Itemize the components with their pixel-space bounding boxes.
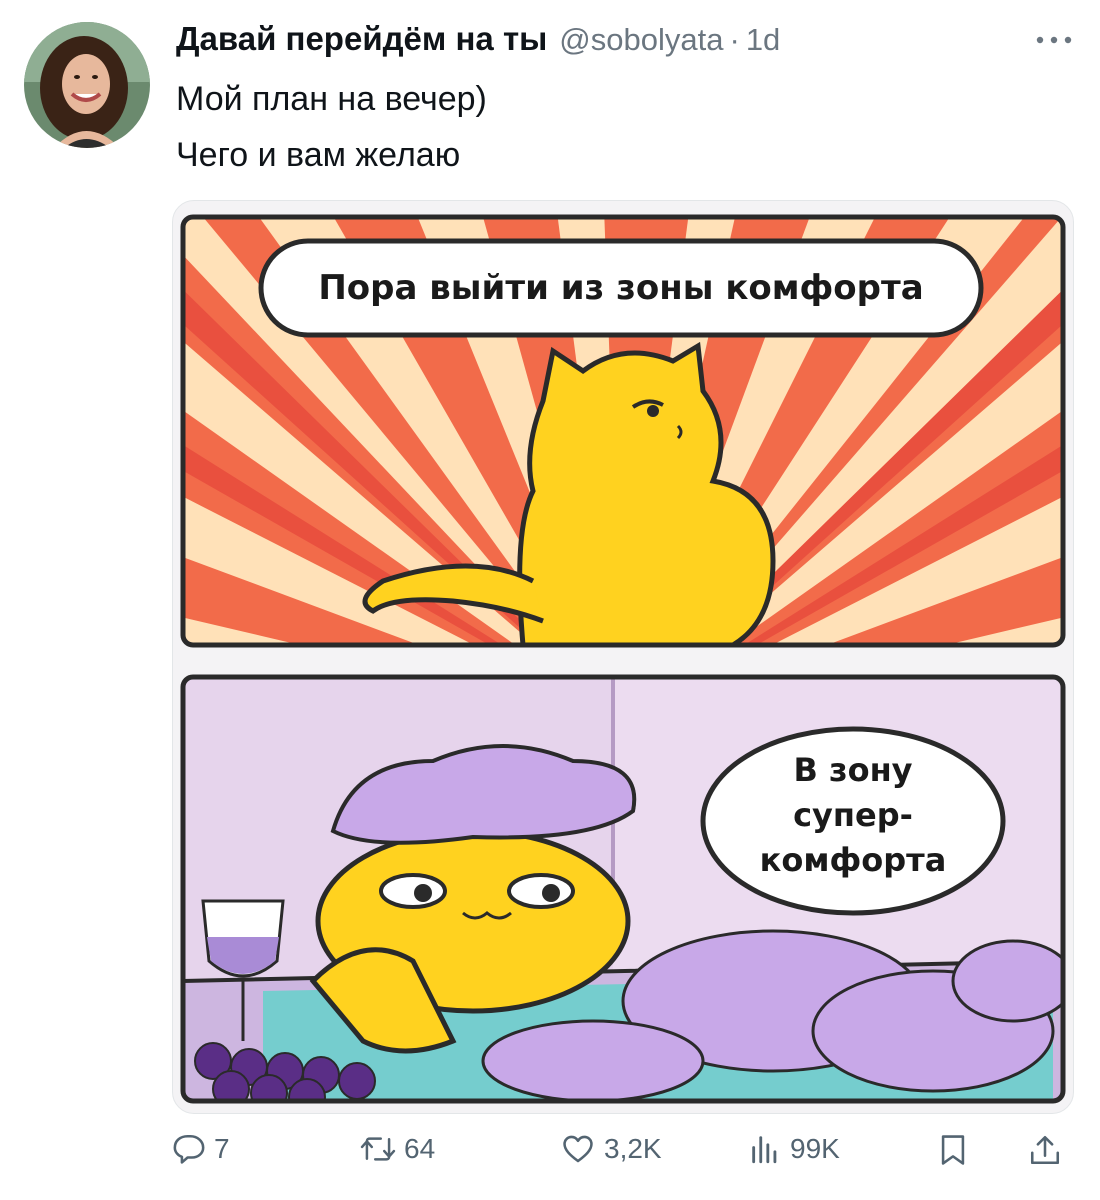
display-name[interactable]: Давай перейдём на ты: [176, 20, 547, 58]
retweet-icon: [360, 1137, 396, 1161]
action-bar: 7 64 3,2K 99K: [172, 1122, 1072, 1186]
share-icon: [1030, 1135, 1060, 1165]
panel1-speech-text: Пора выйти из зоны комфорта: [318, 268, 923, 308]
panel2-speech-line: В зону: [793, 751, 912, 789]
tweet-header: Давай перейдём на ты @sobolyata · 1d: [176, 20, 1060, 64]
more-icon[interactable]: [1030, 26, 1078, 54]
share-button[interactable]: [1028, 1132, 1062, 1168]
comic-image: Пора выйти из зоны комфорта В зону супер…: [180, 214, 1066, 1104]
comic-panel-bottom: В зону супер- комфорта: [183, 677, 1063, 1101]
views-count: 99K: [790, 1133, 840, 1164]
panel2-speech-line: супер-: [793, 796, 913, 834]
reply-count: 7: [214, 1133, 230, 1164]
user-handle[interactable]: @sobolyata: [559, 22, 723, 58]
avatar[interactable]: [24, 22, 150, 148]
avatar-photo: [24, 22, 150, 148]
like-button[interactable]: 3,2K: [560, 1132, 662, 1166]
like-icon: [563, 1135, 593, 1163]
bookmark-icon: [941, 1135, 965, 1165]
reply-button[interactable]: 7: [172, 1132, 230, 1166]
tweet-text-line: Мой план на вечер): [176, 80, 487, 118]
separator: ·: [729, 22, 740, 57]
views-icon: [752, 1136, 777, 1164]
like-count: 3,2K: [604, 1133, 662, 1164]
views-button[interactable]: 99K: [748, 1132, 840, 1166]
retweet-button[interactable]: 64: [360, 1132, 435, 1166]
timestamp[interactable]: 1d: [746, 22, 780, 58]
retweet-count: 64: [404, 1133, 436, 1164]
reply-icon: [173, 1134, 205, 1164]
tweet-text-line: Чего и вам желаю: [176, 136, 461, 174]
bookmark-button[interactable]: [936, 1132, 970, 1168]
tweet-media[interactable]: Пора выйти из зоны комфорта В зону супер…: [172, 200, 1074, 1114]
panel2-speech-line: комфорта: [760, 841, 947, 879]
